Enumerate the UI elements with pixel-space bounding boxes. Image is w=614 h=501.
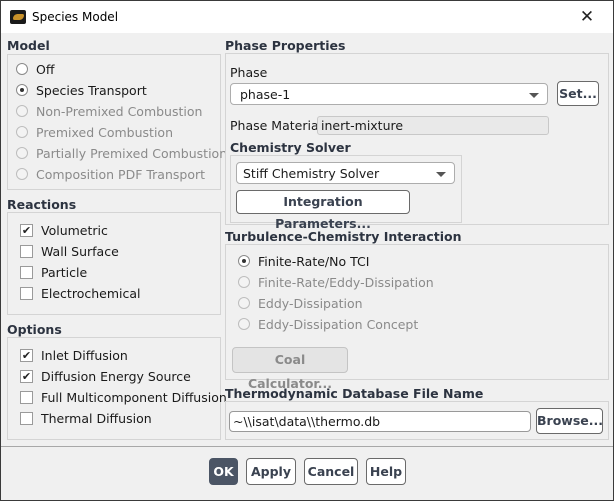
model-option-non-premixed: Non-Premixed Combustion xyxy=(16,101,202,121)
reaction-particle[interactable]: Particle xyxy=(20,262,87,282)
options-heading: Options xyxy=(7,322,62,337)
reaction-volumetric[interactable]: ✔ Volumetric xyxy=(20,220,108,240)
checkbox-icon[interactable] xyxy=(20,411,33,425)
tci-option-eddy-dissipation: Eddy-Dissipation xyxy=(238,293,363,313)
phase-material-label: Phase Material xyxy=(230,118,323,133)
chemistry-solver-dropdown[interactable]: Stiff Chemistry Solver xyxy=(236,162,455,184)
tci-group: Finite-Rate/No TCI Finite-Rate/Eddy-Diss… xyxy=(225,244,609,391)
species-model-dialog: Species Model ✕ Model Off Species Transp… xyxy=(0,0,614,501)
browse-button[interactable]: Browse... xyxy=(536,408,603,434)
option-full-multicomponent-diffusion[interactable]: Full Multicomponent Diffusion xyxy=(20,387,227,407)
phase-label: Phase xyxy=(230,65,268,80)
checkbox-checked-icon[interactable]: ✔ xyxy=(20,348,33,362)
radio-icon[interactable] xyxy=(16,63,28,75)
chemistry-solver-group: Stiff Chemistry Solver Integration Param… xyxy=(230,155,462,231)
checkbox-icon[interactable] xyxy=(20,244,33,258)
model-heading: Model xyxy=(7,38,50,53)
radio-icon xyxy=(16,126,28,138)
model-option-premixed: Premixed Combustion xyxy=(16,122,173,142)
options-group: ✔ Inlet Diffusion ✔ Diffusion Energy Sourc… xyxy=(7,337,227,440)
checkbox-icon[interactable] xyxy=(20,390,33,404)
option-diffusion-energy-source[interactable]: ✔ Diffusion Energy Source xyxy=(20,366,191,386)
model-option-off[interactable]: Off xyxy=(16,59,54,79)
checkbox-checked-icon[interactable]: ✔ xyxy=(20,223,33,237)
radio-icon xyxy=(238,276,250,288)
radio-icon xyxy=(238,318,250,330)
radio-icon xyxy=(16,168,28,180)
checkbox-icon[interactable] xyxy=(20,286,33,300)
phase-properties-group: Phase phase-1 Set... Phase Material iner… xyxy=(225,53,609,231)
radio-icon xyxy=(16,147,28,159)
model-group: Off Species Transport Non-Premixed Combu… xyxy=(7,54,227,190)
close-icon[interactable]: ✕ xyxy=(576,7,598,27)
reactions-group: ✔ Volumetric Wall Surface Particle Electr… xyxy=(7,212,221,315)
integration-parameters-button[interactable]: Integration Parameters... xyxy=(236,190,410,231)
tci-heading: Turbulence-Chemistry Interaction xyxy=(225,229,462,244)
help-button[interactable]: Help xyxy=(366,458,406,485)
phase-dropdown[interactable]: phase-1 xyxy=(230,83,548,105)
chevron-down-icon xyxy=(436,172,446,177)
thermo-db-path-input[interactable]: ~\\isat\data\\thermo.db xyxy=(229,411,531,432)
app-logo-icon xyxy=(10,10,26,24)
window-title: Species Model xyxy=(32,10,119,24)
model-option-composition-pdf: Composition PDF Transport xyxy=(16,164,205,184)
ok-button[interactable]: OK xyxy=(209,458,238,485)
chemistry-solver-heading: Chemistry Solver xyxy=(230,140,351,155)
radio-icon xyxy=(16,105,28,117)
thermo-db-group: ~\\isat\data\\thermo.db Browse... xyxy=(225,401,609,440)
coal-calculator-button: Coal Calculator... xyxy=(232,347,348,391)
tci-option-finite-rate-no-tci[interactable]: Finite-Rate/No TCI xyxy=(238,251,369,271)
apply-button[interactable]: Apply xyxy=(246,458,296,485)
cancel-button[interactable]: Cancel xyxy=(304,458,358,485)
checkbox-icon[interactable] xyxy=(20,265,33,279)
thermo-db-heading: Thermodynamic Database File Name xyxy=(225,386,484,401)
radio-selected-icon[interactable] xyxy=(16,84,28,96)
reactions-heading: Reactions xyxy=(7,197,77,212)
option-thermal-diffusion[interactable]: Thermal Diffusion xyxy=(20,408,152,428)
tci-option-eddy-dissipation-concept: Eddy-Dissipation Concept xyxy=(238,314,418,334)
set-button[interactable]: Set... xyxy=(557,81,599,106)
radio-icon xyxy=(238,297,250,309)
model-option-species-transport[interactable]: Species Transport xyxy=(16,80,147,100)
reaction-electrochemical[interactable]: Electrochemical xyxy=(20,283,141,303)
phase-properties-heading: Phase Properties xyxy=(225,38,346,53)
reaction-wall-surface[interactable]: Wall Surface xyxy=(20,241,119,261)
footer-divider xyxy=(1,446,613,447)
phase-material-field: inert-mixture xyxy=(317,116,549,135)
chevron-down-icon xyxy=(529,93,539,98)
option-inlet-diffusion[interactable]: ✔ Inlet Diffusion xyxy=(20,345,128,365)
radio-selected-icon[interactable] xyxy=(238,255,250,267)
title-bar: Species Model ✕ xyxy=(1,1,613,33)
tci-option-finite-rate-eddy-dissipation: Finite-Rate/Eddy-Dissipation xyxy=(238,272,434,292)
checkbox-checked-icon[interactable]: ✔ xyxy=(20,369,33,383)
model-option-partially-premixed: Partially Premixed Combustion xyxy=(16,143,227,163)
